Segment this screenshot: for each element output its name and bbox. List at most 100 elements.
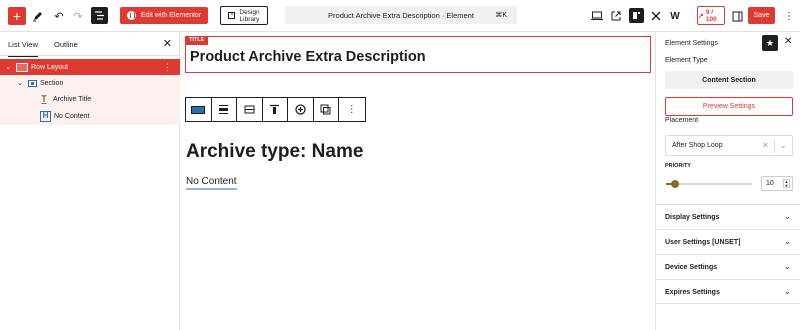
design-library-line-2: Library (239, 15, 260, 23)
chevron-down-icon[interactable]: ⌄ (780, 141, 787, 150)
design-library-button[interactable]: × Design Library (220, 6, 268, 25)
more-options-icon[interactable]: ⋮ (781, 8, 797, 24)
heading-icon: H (40, 110, 51, 122)
list-item-no-content[interactable]: H No Content (0, 107, 180, 125)
add-inner-block-button[interactable] (288, 98, 314, 121)
placement-label: Placement (665, 117, 699, 124)
no-content-text[interactable]: No Content (186, 176, 237, 190)
block-options-button[interactable]: ⋮ (339, 98, 365, 121)
clear-icon[interactable]: ✕ (762, 141, 769, 150)
list-item-label: Row Layout (31, 63, 68, 71)
row-layout-icon (16, 62, 28, 72)
expires-settings-section[interactable]: Expires Settings ⌄ (656, 279, 800, 304)
editor-canvas: TITLE Product Archive Extra Description … (181, 32, 655, 330)
priority-value: 10 (766, 180, 774, 187)
align-center-button[interactable] (212, 98, 237, 121)
trend-icon: ↗ (698, 12, 704, 20)
chevron-down-icon[interactable]: ⌄ (15, 79, 25, 87)
add-block-button[interactable]: + (8, 7, 26, 25)
panel-title: Element Settings (665, 40, 718, 47)
block-type-tag: TITLE (185, 36, 209, 45)
chevron-down-icon: ⌄ (784, 212, 791, 221)
list-item-label: Archive Title (53, 95, 92, 103)
usage-counter: 9 / 100 (705, 8, 717, 23)
list-item-row-layout[interactable]: ⌄ Row Layout ⋮ (0, 59, 180, 75)
title-block[interactable]: TITLE Product Archive Extra Description (185, 36, 651, 73)
pen-tool-icon[interactable] (29, 8, 45, 24)
list-item-section[interactable]: ⌄ Section (0, 75, 180, 91)
element-settings-panel: Element Settings ★ ✕ Element Type Conten… (655, 32, 800, 330)
page-title[interactable]: Product Archive Extra Description (190, 49, 426, 65)
desktop-preview-icon[interactable] (589, 8, 605, 24)
align-center-icon (219, 105, 229, 114)
list-view-panel: List View Outline ✕ ⌄ Row Layout ⋮ ⌄ Sec… (0, 32, 180, 330)
archive-heading[interactable]: Archive type: Name (186, 141, 363, 163)
copy-style-button[interactable] (314, 98, 339, 121)
chevron-down-icon: ⌄ (784, 287, 791, 296)
section-label: Expires Settings (665, 289, 720, 296)
element-type-label: Element Type (665, 57, 708, 64)
list-view-tabs: List View Outline ✕ (0, 32, 180, 57)
device-settings-section[interactable]: Device Settings ⌄ (656, 254, 800, 279)
slider-handle[interactable] (670, 180, 679, 188)
section-label: Device Settings (665, 264, 718, 271)
chevron-down-icon: ⌄ (784, 262, 791, 271)
section-label: Display Settings (665, 214, 720, 221)
save-button[interactable]: Save (748, 7, 775, 24)
element-type-value[interactable]: Content Section (665, 71, 793, 89)
align-top-button[interactable] (263, 98, 288, 121)
priority-label: PRIORITY (665, 163, 691, 169)
list-item-archive-title[interactable]: T̲ Archive Title (0, 91, 180, 107)
plus-circle-icon (295, 104, 306, 115)
chevron-down-icon: ⌄ (784, 237, 791, 246)
priority-slider[interactable] (666, 180, 752, 188)
section-label: User Settings [UNSET] (665, 239, 741, 246)
user-settings-section[interactable]: User Settings [UNSET] ⌄ (656, 229, 800, 254)
placement-select[interactable]: After Shop Loop ✕ ⌄ (665, 135, 793, 156)
more-options-icon: ⋮ (346, 104, 357, 115)
top-toolbar: + ↶ ↷ Edit with Elementor × Design Libra… (0, 0, 800, 32)
tab-outline[interactable]: Outline (54, 40, 78, 49)
full-width-icon (244, 105, 255, 114)
priority-input[interactable]: 10 ▲ ▼ (761, 176, 793, 191)
display-settings-section[interactable]: Display Settings ⌄ (656, 204, 800, 229)
copy-icon (320, 104, 331, 115)
placement-value: After Shop Loop (672, 142, 723, 149)
design-library-line-1: Design (239, 8, 260, 16)
command-palette-bar[interactable]: Product Archive Extra Description · Elem… (285, 6, 517, 24)
section-icon (28, 79, 37, 87)
list-item-label: No Content (54, 112, 90, 120)
stepper-icon[interactable]: ▲ ▼ (783, 179, 790, 188)
full-width-button[interactable] (237, 98, 263, 121)
block-toolbar: ⋮ (185, 97, 366, 122)
section-block-icon (191, 105, 206, 114)
undo-icon[interactable]: ↶ (51, 8, 67, 24)
close-icon[interactable]: ✕ (784, 36, 792, 47)
star-icon[interactable]: ★ (762, 35, 778, 51)
external-link-icon[interactable] (608, 8, 624, 24)
block-switcher-button[interactable] (186, 98, 212, 121)
list-item-label: Section (40, 79, 64, 87)
chevron-down-icon[interactable]: ⌄ (3, 63, 13, 71)
puzzle-icon[interactable] (648, 8, 664, 24)
select-divider (774, 139, 775, 153)
design-library-icon: × (228, 12, 236, 19)
shortcut-hint: ⌘K (495, 12, 507, 19)
redo-icon[interactable]: ↷ (70, 8, 86, 24)
close-icon[interactable]: ✕ (163, 37, 172, 50)
document-overview-button[interactable] (91, 7, 108, 24)
more-options-icon[interactable]: ⋮ (163, 62, 172, 73)
usage-counter-badge[interactable]: ↗ 9 / 100 (697, 6, 725, 25)
block-settings-icon[interactable] (629, 8, 644, 23)
document-title: Product Archive Extra Description · Elem… (328, 10, 474, 20)
edit-with-elementor-label: Edit with Elementor (140, 12, 202, 19)
edit-with-elementor-button[interactable]: Edit with Elementor (120, 7, 208, 24)
title-icon: T̲ (41, 93, 47, 104)
elementor-icon (126, 11, 136, 20)
sidebar-toggle-icon[interactable] (729, 8, 745, 24)
preview-settings-button[interactable]: Preview Settings (665, 97, 793, 116)
tab-list-view[interactable]: List View (8, 40, 38, 57)
w-plugin-icon[interactable]: W (667, 8, 683, 24)
design-library-label: Design Library (239, 9, 259, 23)
align-top-icon (270, 104, 280, 114)
